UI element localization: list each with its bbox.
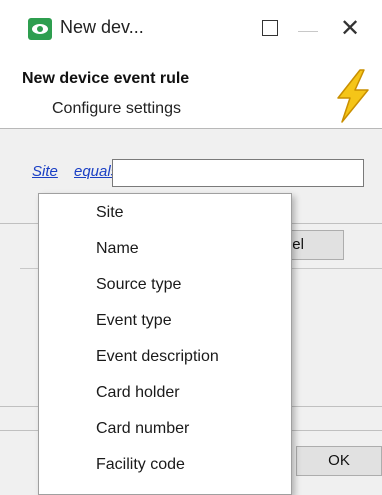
menu-item-site[interactable]: Site xyxy=(96,204,124,222)
menu-item-event-description[interactable]: Event description xyxy=(96,348,219,366)
field-link-site[interactable]: Site xyxy=(32,163,58,180)
menu-item-event-type[interactable]: Event type xyxy=(96,312,172,330)
header-title: New device event rule xyxy=(22,70,190,87)
menu-item-card-number[interactable]: Card number xyxy=(96,420,189,438)
minimize-icon[interactable] xyxy=(296,20,320,40)
close-icon[interactable]: ✕ xyxy=(336,14,364,42)
ok-button[interactable]: OK xyxy=(296,446,382,476)
eye-app-icon xyxy=(28,18,52,40)
dialog-header: New device event rule Configure settings xyxy=(0,58,382,129)
lightning-bolt-icon xyxy=(337,69,369,123)
menu-item-name[interactable]: Name xyxy=(96,240,139,258)
title-bar xyxy=(0,0,382,58)
menu-item-card-holder[interactable]: Card holder xyxy=(96,384,180,402)
filter-value-input[interactable] xyxy=(112,159,364,187)
header-subtitle: Configure settings xyxy=(52,100,181,117)
window-title: New dev... xyxy=(60,17,144,37)
maximize-icon[interactable] xyxy=(260,18,282,40)
menu-item-facility-code[interactable]: Facility code xyxy=(96,456,185,474)
field-dropdown-menu: Site Name Source type Event type Event d… xyxy=(38,193,292,495)
menu-item-source-type[interactable]: Source type xyxy=(96,276,181,294)
